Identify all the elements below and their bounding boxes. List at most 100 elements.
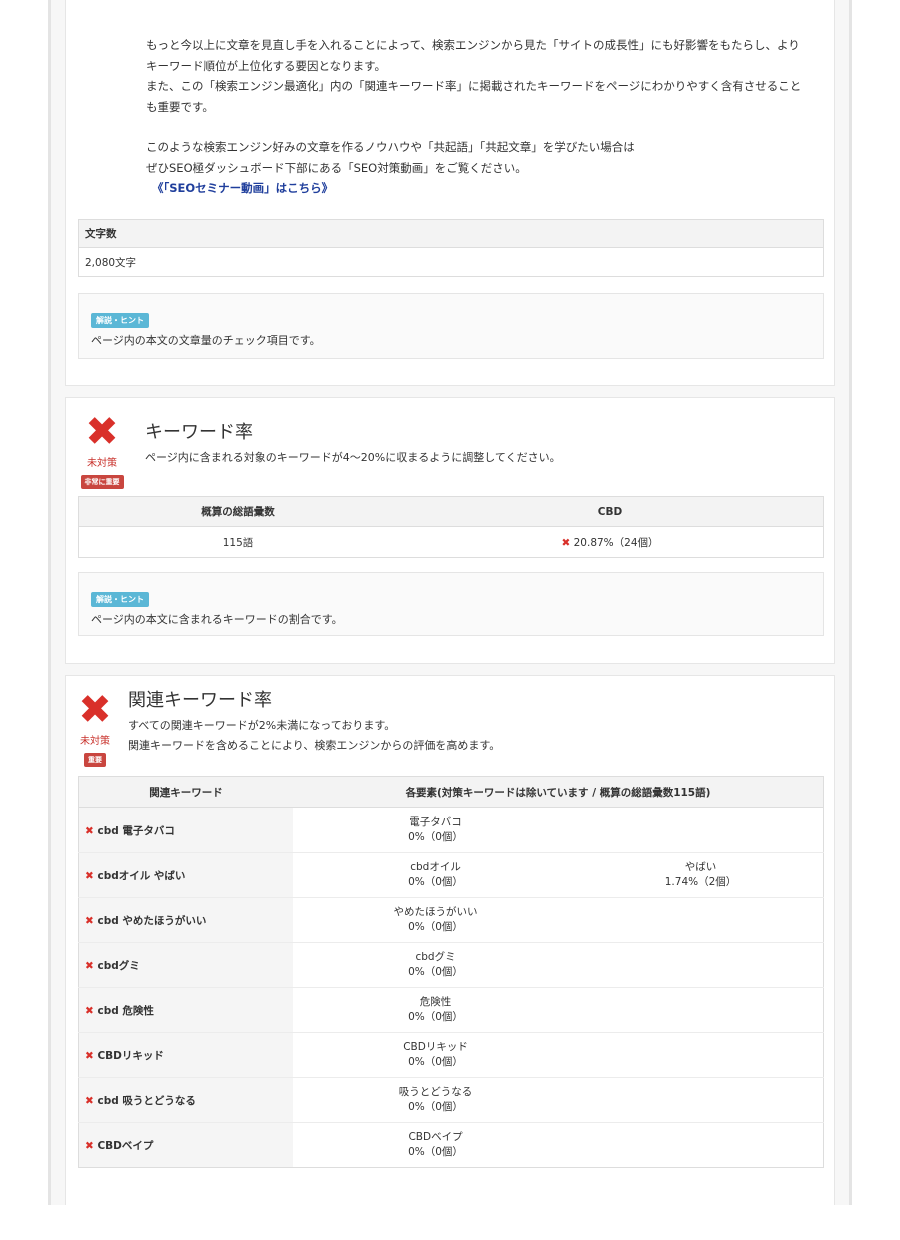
column-header: 関連キーワード (78, 776, 293, 808)
intro-line: もっと今以上に文章を見直し手を入れることによって、検索エンジンから見た「サイトの… (146, 38, 800, 52)
related-keyword-cell: ✖ CBDベイプ (78, 1122, 293, 1168)
table-row: ✖ cbd やめたほうがいい やめたほうがいい 0%（0個） (78, 897, 824, 943)
element-name: やめたほうがいい (393, 906, 478, 918)
fail-icon: ✖ (85, 1094, 94, 1107)
importance-badge: 非常に重要 (80, 475, 124, 489)
fail-icon: ✖ (85, 869, 94, 882)
fail-icon: ✖ (561, 536, 571, 549)
table-row: ✖ CBDベイプ CBDベイプ 0%（0個） (78, 1122, 824, 1168)
element-value: 0%（0個） (408, 921, 463, 933)
related-keyword-label: cbd 危険性 (97, 1004, 154, 1017)
related-keyword-label: cbdオイル やばい (97, 869, 186, 882)
element-cell: 吸うとどうなる 0%（0個） (293, 1077, 579, 1123)
related-keyword-cell: ✖ cbd 電子タバコ (78, 807, 293, 853)
x-mark-icon: ✖ (78, 687, 112, 733)
element-cell (578, 1077, 824, 1123)
section-description: ページ内に含まれる対象のキーワードが4～20%に収まるように調整してください。 (145, 451, 561, 464)
element-cell (578, 942, 824, 988)
status-label: 未対策 (87, 458, 117, 469)
word-count-table: 文字数 2,080文字 (78, 219, 824, 277)
related-keyword-status: ✖ 未対策 重要 (76, 690, 114, 767)
element-cell (578, 897, 824, 943)
table-row: ✖ cbdグミ cbdグミ 0%（0個） (78, 942, 824, 988)
related-keyword-label: cbd 電子タバコ (97, 824, 175, 837)
keyword-rate-status: ✖ 未対策 非常に重要 (78, 412, 126, 489)
element-name: 吸うとどうなる (398, 1086, 473, 1098)
element-cell: cbdグミ 0%（0個） (293, 942, 579, 988)
element-cell: やめたほうがいい 0%（0個） (293, 897, 579, 943)
keyword-rate-table: 概算の総語彙数 CBD 115語 ✖ 20.87%（24個） (78, 496, 824, 558)
element-value: 0%（0個） (408, 876, 463, 888)
intro-line: キーワード順位が上位化する要因となります。 (146, 58, 387, 73)
related-keyword-cell: ✖ CBDリキッド (78, 1032, 293, 1078)
element-cell: CBDベイプ 0%（0個） (293, 1123, 578, 1168)
word-count-card: もっと今以上に文章を見直し手を入れることによって、検索エンジンから見た「サイトの… (65, 0, 835, 386)
x-mark-icon: ✖ (85, 409, 119, 455)
hint-text: ページ内の本文に含まれるキーワードの割合です。 (91, 613, 343, 626)
related-keyword-cell: ✖ cbd 危険性 (78, 987, 293, 1033)
element-value: 0%（0個） (408, 1056, 463, 1068)
related-keyword-cell: ✖ cbd やめたほうがいい (78, 897, 293, 943)
related-keyword-label: cbd やめたほうがいい (97, 914, 207, 927)
word-count-hint: 解説・ヒント ページ内の本文の文章量のチェック項目です。 (78, 293, 824, 359)
keyword-rate-hint: 解説・ヒント ページ内の本文に含まれるキーワードの割合です。 (78, 572, 824, 636)
hint-badge: 解説・ヒント (91, 592, 149, 607)
total-words-value: 115語 (222, 536, 254, 549)
element-name: cbdグミ (415, 951, 456, 963)
element-cell: CBDリキッド 0%（0個） (293, 1032, 579, 1078)
intro-line: も重要です。 (146, 99, 214, 114)
keyword-rate-card: ✖ 未対策 非常に重要 キーワード率 ページ内に含まれる対象のキーワードが4～2… (65, 397, 835, 664)
element-cell (578, 1123, 823, 1168)
section-title: キーワード率 (145, 422, 253, 443)
column-header: CBD (397, 496, 824, 527)
hint-badge: 解説・ヒント (91, 313, 149, 328)
word-count-value: 2,080文字 (85, 256, 137, 269)
related-keyword-label: CBDベイプ (97, 1139, 154, 1152)
related-keyword-table: 関連キーワード 各要素(対策キーワードは除いています / 概算の総語彙数115語… (78, 776, 824, 1168)
element-cell: 危険性 0%（0個） (293, 987, 579, 1033)
element-value: 0%（0個） (408, 966, 463, 978)
element-value: 0%（0個） (408, 1146, 463, 1158)
keyword-rate-value: ✖ 20.87%（24個） (397, 527, 824, 558)
fail-icon: ✖ (85, 1004, 94, 1017)
intro-line: また、この「検索エンジン最適化」内の「関連キーワード率」に掲載されたキーワードを… (146, 79, 802, 93)
fail-icon: ✖ (85, 914, 94, 927)
section-description: 関連キーワードを含めることにより、検索エンジンからの評価を高めます。 (128, 739, 501, 752)
section-description: すべての関連キーワードが2%未満になっております。 (128, 719, 396, 732)
element-value: 0%（0個） (408, 1101, 463, 1113)
section-title: 関連キーワード率 (128, 690, 272, 711)
element-value: 0%（0個） (408, 1011, 463, 1023)
element-value: 0%（0個） (408, 831, 463, 843)
table-row: ✖ CBDリキッド CBDリキッド 0%（0個） (78, 1032, 824, 1078)
related-keyword-label: CBDリキッド (97, 1049, 164, 1062)
word-count-header: 文字数 (78, 219, 824, 248)
seo-seminar-video-link[interactable]: 《「SEOセミナー動画」はこちら》 (146, 178, 333, 199)
intro-line: このような検索エンジン好みの文章を作るノウハウや「共起語」「共起文章」を学びたい… (146, 140, 635, 154)
table-row: ✖ cbd 危険性 危険性 0%（0個） (78, 987, 824, 1033)
related-keyword-label: cbdグミ (97, 959, 140, 972)
element-name: CBDベイプ (408, 1131, 463, 1143)
column-header: 各要素(対策キーワードは除いています / 概算の総語彙数115語) (293, 776, 824, 808)
table-row: ✖ cbd 吸うとどうなる 吸うとどうなる 0%（0個） (78, 1077, 824, 1123)
table-row: ✖ cbd 電子タバコ 電子タバコ 0%（0個） (78, 807, 824, 853)
element-name: cbdオイル (410, 861, 461, 873)
fail-icon: ✖ (85, 959, 94, 972)
element-name: 電子タバコ (409, 816, 462, 828)
keyword-rate-text: 20.87%（24個） (573, 536, 659, 549)
related-keyword-label: cbd 吸うとどうなる (97, 1094, 196, 1107)
related-keyword-rate-card: ✖ 未対策 重要 関連キーワード率 すべての関連キーワードが2%未満になっており… (65, 675, 835, 1215)
element-name: CBDリキッド (403, 1041, 468, 1053)
related-keyword-cell: ✖ cbdオイル やばい (78, 852, 293, 898)
intro-text: もっと今以上に文章を見直し手を入れることによって、検索エンジンから見た「サイトの… (146, 35, 806, 199)
element-cell: cbdオイル 0%（0個） (293, 852, 579, 898)
related-keyword-cell: ✖ cbd 吸うとどうなる (78, 1077, 293, 1123)
fail-icon: ✖ (85, 824, 94, 837)
page-bottom-margin (0, 1205, 900, 1240)
column-header: 概算の総語彙数 (78, 496, 397, 527)
table-row: ✖ cbdオイル やばい cbdオイル 0%（0個） やばい 1.74%（2個） (78, 852, 824, 898)
importance-badge: 重要 (84, 753, 106, 767)
element-cell: 電子タバコ 0%（0個） (293, 807, 579, 853)
element-cell (578, 987, 824, 1033)
element-cell (578, 1032, 824, 1078)
element-name: やばい (684, 861, 717, 873)
